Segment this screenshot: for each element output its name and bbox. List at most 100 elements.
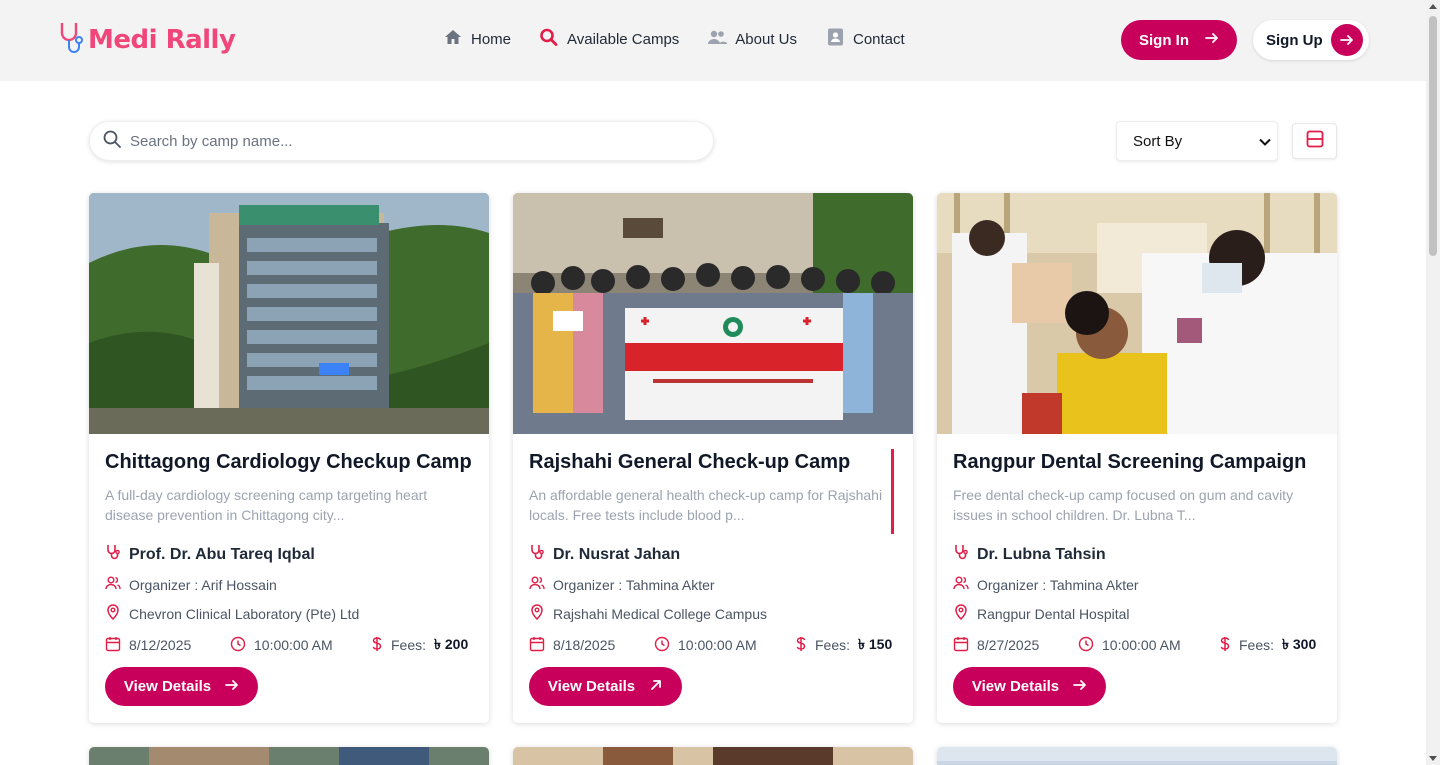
sign-up-label: Sign Up [1266,31,1323,49]
camp-card-partial [513,747,913,765]
camp-card: Chittagong Cardiology Checkup Camp A ful… [89,193,489,723]
nav-contact[interactable]: Contact [825,28,905,50]
view-details-button[interactable]: View Details [529,667,682,706]
page-scrollbar[interactable] [1426,0,1440,765]
map-pin-icon [953,604,969,623]
nav-available-camps[interactable]: Available Camps [539,28,679,50]
stethoscope-icon [105,544,121,565]
camp-image [513,193,913,434]
camp-title: Chittagong Cardiology Checkup Camp [105,451,472,473]
organizer-text: Organizer : Arif Hossain [129,576,277,593]
chevron-down-icon [1259,133,1271,150]
fees-label: Fees: [1239,637,1275,653]
map-pin-icon [529,604,545,623]
camp-description: Free dental check-up camp focused on gum… [953,487,1294,523]
fees-cell: Fees: ৳ 150 [795,633,892,657]
camp-title: Rangpur Dental Screening Campaign [953,451,1307,473]
clock-icon [230,636,246,655]
location-text: Chevron Clinical Laboratory (Pte) Ltd [129,605,360,622]
nav-about-us[interactable]: About Us [707,28,797,50]
nav-available-camps-label: Available Camps [567,30,680,48]
fees-value: ৳ 150 [858,636,893,652]
doctor-row: Prof. Dr. Abu Tareq Iqbal [105,544,473,565]
home-icon [443,28,463,50]
scroll-down-arrow-icon[interactable] [1429,756,1437,761]
stethoscope-icon [58,21,84,60]
nav-links: Home Available Camps About Us Contact [443,28,905,50]
sign-up-button[interactable]: Sign Up [1253,20,1369,60]
arrow-up-right-icon [649,678,663,696]
doctor-row: Dr. Nusrat Jahan [529,544,897,565]
date-cell: 8/27/2025 [953,636,1078,655]
time-cell: 10:00:00 AM [230,636,371,655]
sign-in-button[interactable]: Sign In [1121,20,1237,60]
camp-image [89,193,489,434]
camp-title: Rajshahi General Check-up Camp [529,451,851,473]
camp-card-partial [89,747,489,765]
schedule-row: 8/12/2025 10:00:00 AM Fees: ৳ 200 [105,633,473,657]
time-cell: 10:00:00 AM [654,636,795,655]
view-details-label: View Details [547,678,636,695]
camp-card: Rangpur Dental Screening Campaign Free d… [937,193,1337,723]
camp-date: 8/12/2025 [129,637,192,653]
layout-rows-icon [1306,130,1324,153]
view-details-button[interactable]: View Details [953,667,1106,706]
time-cell: 10:00:00 AM [1078,636,1219,655]
brand-name: Medi Rally [88,25,236,55]
arrow-right-icon [1205,31,1219,49]
camp-description: An affordable general health check-up ca… [529,487,883,523]
search-input[interactable] [130,132,690,150]
clock-icon [654,636,670,655]
contact-card-icon [825,28,845,50]
scroll-thumb[interactable] [1429,16,1437,256]
nav-about-us-label: About Us [735,30,797,48]
fees-cell: Fees: ৳ 300 [1219,633,1316,657]
organizer-row: Organizer : Tahmina Akter [529,575,897,594]
location-text: Rangpur Dental Hospital [977,605,1130,622]
users-icon [105,575,121,594]
doctor-name: Dr. Nusrat Jahan [553,545,681,563]
nav-contact-label: Contact [853,30,905,48]
location-text: Rajshahi Medical College Campus [553,605,767,622]
camp-image [937,193,1337,434]
arrow-right-icon [1073,678,1087,696]
view-details-button[interactable]: View Details [105,667,258,706]
camp-date: 8/27/2025 [977,637,1040,653]
dollar-icon [371,636,383,655]
camp-date: 8/18/2025 [553,637,616,653]
organizer-text: Organizer : Tahmina Akter [977,576,1139,593]
dollar-icon [795,636,807,655]
camp-time: 10:00:00 AM [678,637,757,653]
doctor-row: Dr. Lubna Tahsin [953,544,1321,565]
view-details-label: View Details [123,678,212,695]
dollar-icon [1219,636,1231,655]
search-bar [89,121,714,161]
location-row: Chevron Clinical Laboratory (Pte) Ltd [105,604,473,623]
users-icon [953,575,969,594]
fees-value: ৳ 200 [434,636,469,652]
fees-label: Fees: [391,637,427,653]
location-row: Rajshahi Medical College Campus [529,604,897,623]
fees-value: ৳ 300 [1282,636,1317,652]
sign-in-label: Sign In [1139,31,1189,49]
brand-logo[interactable]: Medi Rally [58,21,236,60]
location-row: Rangpur Dental Hospital [953,604,1321,623]
nav-home[interactable]: Home [443,28,511,50]
doctor-name: Prof. Dr. Abu Tareq Iqbal [129,545,315,563]
calendar-icon [105,636,121,655]
scroll-up-arrow-icon[interactable] [1429,4,1437,9]
view-details-label: View Details [971,678,1060,695]
sort-select[interactable]: Sort By [1116,121,1278,161]
layout-toggle-button[interactable] [1292,123,1337,159]
users-icon [707,28,728,50]
sort-select-label: Sort By [1133,132,1183,150]
arrow-right-icon [225,678,239,696]
search-icon [539,28,559,50]
clock-icon [1078,636,1094,655]
date-cell: 8/12/2025 [105,636,230,655]
schedule-row: 8/18/2025 10:00:00 AM Fees: ৳ 150 [529,633,897,657]
search-icon [102,129,122,154]
schedule-row: 8/27/2025 10:00:00 AM Fees: ৳ 300 [953,633,1321,657]
date-cell: 8/18/2025 [529,636,654,655]
doctor-name: Dr. Lubna Tahsin [977,545,1106,563]
